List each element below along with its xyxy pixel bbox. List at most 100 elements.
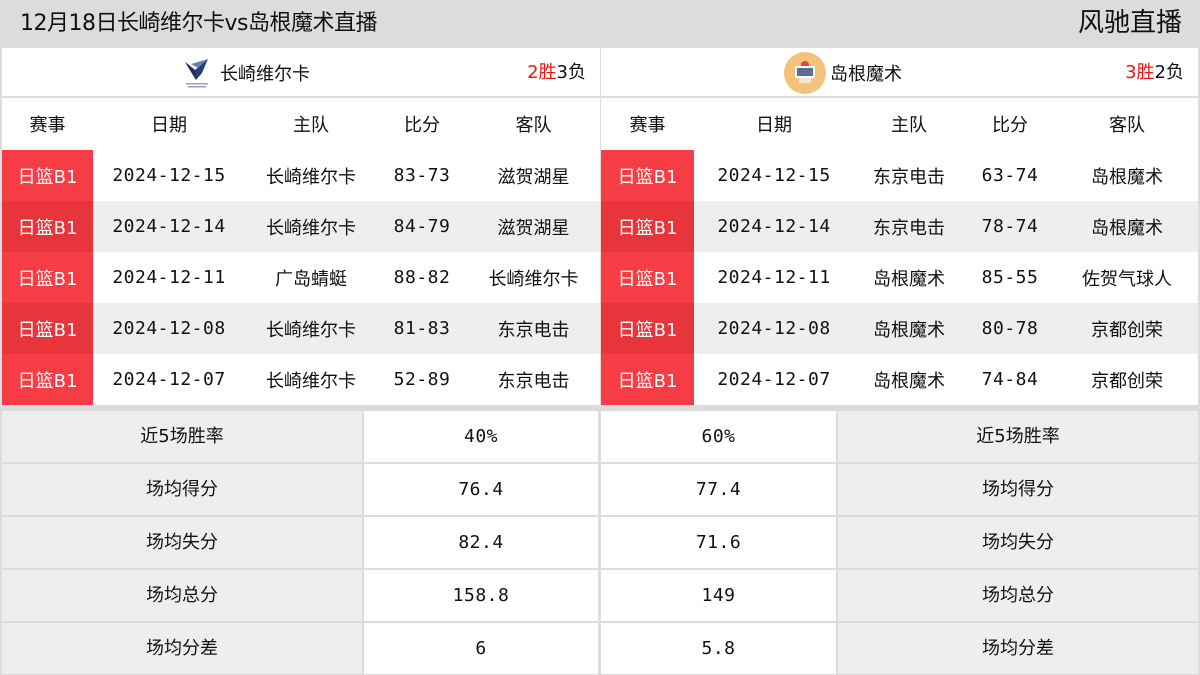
stat-label: 场均分差: [838, 623, 1198, 674]
away-team: 京都创荣: [1056, 303, 1198, 354]
game-score: 78-74: [964, 201, 1056, 252]
stat-row-avg-points: 场均得分 76.4 77.4 场均得分: [0, 464, 1200, 515]
home-team: 长崎维尔卡: [245, 150, 377, 201]
league-badge: 日篮B1: [601, 201, 694, 252]
left-games-table: 赛事 日期 主队 比分 客队 日篮B1 2024-12-15 长崎维尔卡 83-…: [2, 98, 600, 405]
left-team-losses: 3负: [556, 62, 586, 83]
game-date: 2024-12-08: [694, 303, 854, 354]
right-team-name: 岛根魔术: [830, 64, 902, 85]
game-date: 2024-12-11: [694, 252, 854, 303]
game-date: 2024-12-14: [93, 201, 245, 252]
right-stat-value: 71.6: [601, 517, 836, 568]
game-score: 83-73: [377, 150, 467, 201]
league-badge: 日篮B1: [601, 150, 694, 201]
right-team-bar: 岛根魔术 3胜2负: [601, 48, 1198, 98]
league-badge: 日篮B1: [2, 150, 93, 201]
stat-label: 场均失分: [2, 517, 362, 568]
away-team: 长崎维尔卡: [467, 252, 600, 303]
left-stat-value: 40%: [364, 411, 598, 462]
home-team: 岛根魔术: [854, 252, 964, 303]
away-team: 东京电击: [467, 303, 600, 354]
game-date: 2024-12-07: [93, 354, 245, 405]
column-header-date: 日期: [93, 98, 245, 150]
home-team: 长崎维尔卡: [245, 354, 377, 405]
stat-label: 场均得分: [838, 464, 1198, 515]
stat-label: 场均得分: [2, 464, 362, 515]
away-team: 岛根魔术: [1056, 150, 1198, 201]
away-team: 滋贺湖星: [467, 150, 600, 201]
league-badge: 日篮B1: [601, 303, 694, 354]
game-date: 2024-12-11: [93, 252, 245, 303]
right-stat-value: 5.8: [601, 623, 836, 674]
right-team-losses: 2负: [1154, 62, 1184, 83]
game-score: 85-55: [964, 252, 1056, 303]
stat-row-avg-total: 场均总分 158.8 149 场均总分: [0, 570, 1200, 621]
table-row[interactable]: 日篮B1 2024-12-15 长崎维尔卡 83-73 滋贺湖星: [2, 150, 600, 201]
stats-comparison: 近5场胜率 40% 60% 近5场胜率 场均得分 76.4 77.4 场均得分 …: [0, 409, 1200, 675]
column-header-away: 客队: [467, 98, 600, 150]
left-team[interactable]: 长崎维尔卡: [182, 48, 310, 98]
league-badge: 日篮B1: [2, 354, 93, 405]
right-team[interactable]: 岛根魔术: [784, 48, 902, 98]
league-badge: 日篮B1: [2, 252, 93, 303]
away-team: 京都创荣: [1056, 354, 1198, 405]
table-header-row: 赛事 日期 主队 比分 客队: [601, 98, 1198, 150]
table-row[interactable]: 日篮B1 2024-12-08 长崎维尔卡 81-83 东京电击: [2, 303, 600, 354]
shimane-magic-logo-icon: [784, 52, 826, 94]
game-score: 74-84: [964, 354, 1056, 405]
table-row[interactable]: 日篮B1 2024-12-11 岛根魔术 85-55 佐贺气球人: [601, 252, 1198, 303]
table-row[interactable]: 日篮B1 2024-12-15 东京电击 63-74 岛根魔术: [601, 150, 1198, 201]
table-row[interactable]: 日篮B1 2024-12-07 长崎维尔卡 52-89 东京电击: [2, 354, 600, 405]
right-stat-value: 77.4: [601, 464, 836, 515]
table-row[interactable]: 日篮B1 2024-12-08 岛根魔术 80-78 京都创荣: [601, 303, 1198, 354]
left-stat-value: 6: [364, 623, 598, 674]
column-header-league: 赛事: [601, 98, 694, 150]
stat-label: 近5场胜率: [2, 411, 362, 462]
column-header-league: 赛事: [2, 98, 93, 150]
left-stat-value: 76.4: [364, 464, 598, 515]
stat-label: 场均失分: [838, 517, 1198, 568]
game-score: 84-79: [377, 201, 467, 252]
game-score: 63-74: [964, 150, 1056, 201]
left-team-panel: 长崎维尔卡 2胜3负 赛事 日期 主队 比分 客队 日篮B1 2024-12-1…: [2, 48, 600, 405]
home-team: 广岛蜻蜓: [245, 252, 377, 303]
league-badge: 日篮B1: [2, 303, 93, 354]
right-stat-value: 149: [601, 570, 836, 621]
brand-name: 风驰直播: [1077, 8, 1182, 38]
column-header-score: 比分: [964, 98, 1056, 150]
table-row[interactable]: 日篮B1 2024-12-14 长崎维尔卡 84-79 滋贺湖星: [2, 201, 600, 252]
right-games-table: 赛事 日期 主队 比分 客队 日篮B1 2024-12-15 东京电击 63-7…: [601, 98, 1198, 405]
stat-label: 场均总分: [838, 570, 1198, 621]
page-header: 12月18日长崎维尔卡vs岛根魔术直播 风驰直播: [0, 0, 1200, 48]
stat-label: 场均分差: [2, 623, 362, 674]
away-team: 佐贺气球人: [1056, 252, 1198, 303]
page-title: 12月18日长崎维尔卡vs岛根魔术直播: [20, 11, 377, 36]
league-badge: 日篮B1: [2, 201, 93, 252]
column-header-away: 客队: [1056, 98, 1198, 150]
table-row[interactable]: 日篮B1 2024-12-07 岛根魔术 74-84 京都创荣: [601, 354, 1198, 405]
game-date: 2024-12-15: [93, 150, 245, 201]
away-team: 岛根魔术: [1056, 201, 1198, 252]
game-date: 2024-12-14: [694, 201, 854, 252]
game-score: 88-82: [377, 252, 467, 303]
table-row[interactable]: 日篮B1 2024-12-14 东京电击 78-74 岛根魔术: [601, 201, 1198, 252]
right-stat-value: 60%: [601, 411, 836, 462]
left-stat-value: 82.4: [364, 517, 598, 568]
game-date: 2024-12-15: [694, 150, 854, 201]
column-header-date: 日期: [694, 98, 854, 150]
stat-row-avg-diff: 场均分差 6 5.8 场均分差: [0, 623, 1200, 674]
game-date: 2024-12-07: [694, 354, 854, 405]
home-team: 岛根魔术: [854, 354, 964, 405]
home-team: 岛根魔术: [854, 303, 964, 354]
table-header-row: 赛事 日期 主队 比分 客队: [2, 98, 600, 150]
home-team: 长崎维尔卡: [245, 303, 377, 354]
league-badge: 日篮B1: [601, 252, 694, 303]
left-team-bar: 长崎维尔卡 2胜3负: [2, 48, 600, 98]
column-header-home: 主队: [245, 98, 377, 150]
game-score: 52-89: [377, 354, 467, 405]
stat-label: 场均总分: [2, 570, 362, 621]
stat-row-win-rate: 近5场胜率 40% 60% 近5场胜率: [0, 411, 1200, 462]
left-team-name: 长崎维尔卡: [220, 64, 310, 85]
table-row[interactable]: 日篮B1 2024-12-11 广岛蜻蜓 88-82 长崎维尔卡: [2, 252, 600, 303]
league-badge: 日篮B1: [601, 354, 694, 405]
